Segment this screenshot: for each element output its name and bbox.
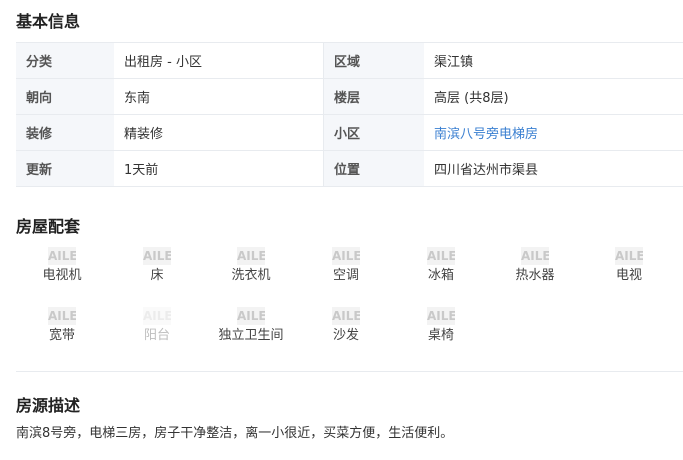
facility-item: AILE 床 bbox=[117, 247, 197, 285]
facility-label: 宽带 bbox=[48, 328, 75, 343]
community-label: 小区 bbox=[323, 114, 424, 151]
category-value: 出租房 - 小区 bbox=[114, 42, 324, 79]
description-title: 房源描述 bbox=[16, 396, 81, 415]
balcony-icon: AILE bbox=[143, 307, 171, 325]
facility-label: 沙发 bbox=[332, 328, 359, 343]
broadband-icon: AILE bbox=[48, 307, 76, 325]
orientation-label: 朝向 bbox=[16, 78, 114, 115]
table-row: 装修 精装修 小区 南滨八号旁电梯房 bbox=[16, 114, 683, 151]
facility-label: 电视机 bbox=[42, 268, 82, 283]
tv-icon: AILE bbox=[48, 247, 76, 265]
air-conditioner-icon: AILE bbox=[332, 247, 360, 265]
section-divider bbox=[16, 371, 683, 372]
facility-label: 阳台 bbox=[143, 328, 170, 343]
private-bathroom-icon: AILE bbox=[237, 307, 265, 325]
television-icon: AILE bbox=[615, 247, 643, 265]
description-text: 南滨8号旁，电梯三房，房子干净整洁，离一小很近，买菜方便，生活便利。 bbox=[16, 426, 454, 441]
area-label: 区域 bbox=[323, 42, 424, 79]
facility-label: 热水器 bbox=[515, 268, 555, 283]
facility-item: AILE 冰箱 bbox=[401, 247, 481, 285]
facility-item: AILE 沙发 bbox=[306, 307, 386, 345]
table-row: 更新 1天前 位置 四川省达州市渠县 bbox=[16, 150, 683, 187]
table-row: 朝向 东南 楼层 高层 (共8层) bbox=[16, 78, 683, 115]
basic-info-table: 分类 出租房 - 小区 区域 渠江镇 朝向 东南 楼层 高层 (共8层) 装修 … bbox=[16, 42, 683, 187]
facility-label: 独立卫生间 bbox=[218, 328, 284, 343]
facility-item-unavailable: AILE 阳台 bbox=[117, 307, 197, 345]
updated-label: 更新 bbox=[16, 150, 114, 187]
community-link[interactable]: 南滨八号旁电梯房 bbox=[434, 127, 538, 142]
floor-label: 楼层 bbox=[323, 78, 424, 115]
facility-label: 床 bbox=[150, 268, 164, 283]
facilities-title: 房屋配套 bbox=[16, 217, 81, 236]
facility-label: 冰箱 bbox=[427, 268, 454, 283]
table-chair-icon: AILE bbox=[427, 307, 455, 325]
washing-machine-icon: AILE bbox=[237, 247, 265, 265]
facility-item: AILE 宽带 bbox=[22, 307, 102, 345]
bed-icon: AILE bbox=[143, 247, 171, 265]
table-row: 分类 出租房 - 小区 区域 渠江镇 bbox=[16, 42, 683, 79]
facility-label: 空调 bbox=[332, 268, 359, 283]
water-heater-icon: AILE bbox=[521, 247, 549, 265]
facility-item: AILE 洗衣机 bbox=[211, 247, 291, 285]
facility-label: 洗衣机 bbox=[231, 268, 271, 283]
fridge-icon: AILE bbox=[427, 247, 455, 265]
facility-item: AILE 空调 bbox=[306, 247, 386, 285]
facility-item: AILE 电视 bbox=[589, 247, 669, 285]
updated-value: 1天前 bbox=[114, 150, 324, 187]
listing-details: 基本信息 分类 出租房 - 小区 区域 渠江镇 朝向 东南 楼层 高层 (共8层… bbox=[0, 0, 683, 460]
facility-label: 电视 bbox=[615, 268, 642, 283]
basic-info-title: 基本信息 bbox=[16, 12, 81, 31]
decoration-value: 精装修 bbox=[114, 114, 324, 151]
facility-item: AILE 独立卫生间 bbox=[211, 307, 291, 345]
location-value: 四川省达州市渠县 bbox=[424, 150, 683, 187]
floor-value: 高层 (共8层) bbox=[424, 78, 683, 115]
location-label: 位置 bbox=[323, 150, 424, 187]
facility-item: AILE 热水器 bbox=[495, 247, 575, 285]
decoration-label: 装修 bbox=[16, 114, 114, 151]
sofa-icon: AILE bbox=[332, 307, 360, 325]
category-label: 分类 bbox=[16, 42, 114, 79]
facility-label: 桌椅 bbox=[427, 328, 454, 343]
facility-item: AILE 电视机 bbox=[22, 247, 102, 285]
area-value: 渠江镇 bbox=[424, 42, 683, 79]
orientation-value: 东南 bbox=[114, 78, 324, 115]
facility-item: AILE 桌椅 bbox=[401, 307, 481, 345]
facilities-grid: AILE 电视机 AILE 床 AILE 洗衣机 AILE 空调 AILE 冰箱… bbox=[16, 247, 683, 357]
